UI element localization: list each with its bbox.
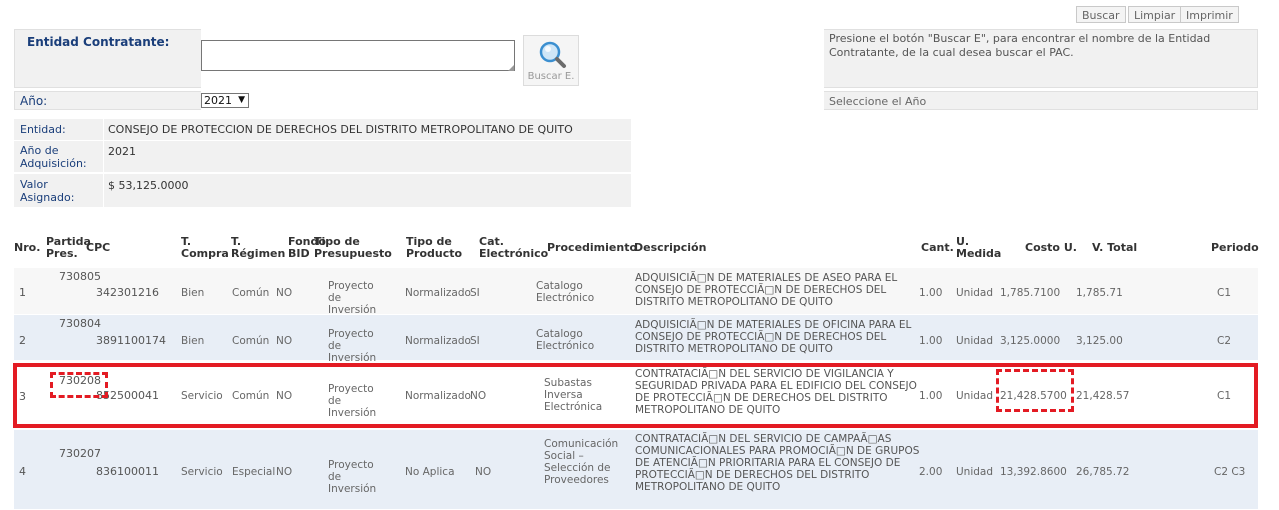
imprimir-button[interactable]: Imprimir (1180, 6, 1239, 23)
anio-label: Año: (20, 94, 48, 108)
info-valor-label: Valor Asignado: (20, 178, 75, 204)
cell-cant: 1.00 (919, 287, 943, 299)
cell-vtotal: 26,785.72 (1076, 466, 1130, 478)
cell-tcompra: Bien (181, 287, 205, 299)
cell-tcompra: Bien (181, 335, 205, 347)
cell-descripcion: CONTRATACIÃ□N DEL SERVICIO DE CAMPAÃ□AS … (635, 433, 920, 493)
cell-tregimen: Común (232, 287, 270, 299)
anio-hint: Seleccione el Año (829, 95, 927, 108)
cell-partida: 730805 (59, 270, 101, 283)
header-nro: Nro. (14, 241, 41, 254)
cell-descripcion: ADQUISICIÃ□N DE MATERIALES DE ASEO PARA … (635, 272, 898, 308)
cell-fondo: NO (276, 335, 293, 347)
info-entidad-label: Entidad: (20, 123, 66, 136)
cell-tipo-producto: Normalizado (405, 335, 471, 347)
header-umedida: U. Medida (956, 235, 1002, 260)
header-descripcion: Descripción (634, 241, 707, 254)
cell-tipo-producto: Normalizado (405, 287, 471, 299)
cell-umedida: Unidad (956, 287, 994, 299)
header-vtotal: V. Total (1092, 241, 1138, 254)
cell-cpc: 342301216 (96, 286, 159, 299)
anio-input-area (201, 91, 824, 110)
buscar-button[interactable]: Buscar (1076, 6, 1126, 23)
cell-costo: 1,785.7100 (1000, 287, 1061, 299)
anio-selected-value: 2021 (204, 94, 232, 107)
cell-cat: NO (475, 466, 492, 478)
cell-tregimen: Común (232, 335, 270, 347)
cell-tipo-presupuesto: Proyecto de Inversión (328, 328, 377, 364)
highlight-costo-box (996, 369, 1074, 412)
cell-fondo: NO (276, 287, 293, 299)
info-anio-label: Año de Adquisición: (20, 144, 87, 170)
cell-periodo: C1 (1217, 287, 1232, 299)
table-header: Nro. Partida Pres. CPC T. Compra T. Régi… (14, 230, 1259, 268)
info-entidad-row: Entidad: CONSEJO DE PROTECCION DE DERECH… (14, 119, 631, 141)
table-row[interactable]: 4 730207 836100011 Servicio Especial NO … (14, 430, 1258, 510)
cell-partida: 730804 (59, 317, 101, 330)
cell-tipo-producto: No Aplica (405, 466, 455, 478)
header-partida: Partida Pres. (46, 235, 91, 260)
header-tcompra: T. Compra (181, 235, 229, 260)
cell-costo: 3,125.0000 (1000, 335, 1061, 347)
info-valor-value: $ 53,125.0000 (108, 179, 189, 192)
cell-cpc: 3891100174 (96, 334, 166, 347)
search-hint: Presione el botón "Buscar E", para encon… (829, 32, 1211, 59)
cell-umedida: Unidad (956, 466, 994, 478)
cell-nro: 4 (19, 465, 26, 478)
cell-procedimiento: Comunicación Social – Selección de Prove… (544, 438, 619, 486)
cell-procedimiento: Catalogo Electrónico (536, 328, 595, 352)
highlight-partida-box (50, 372, 108, 398)
limpiar-button[interactable]: Limpiar (1128, 6, 1182, 23)
cell-vtotal: 3,125.00 (1076, 335, 1123, 347)
chevron-down-icon: ▼ (238, 95, 245, 105)
table-row[interactable]: 2 730804 3891100174 Bien Común NO Proyec… (14, 315, 1258, 364)
header-cpc: CPC (86, 241, 111, 254)
cell-procedimiento: Catalogo Electrónico (536, 280, 595, 304)
buscar-entidad-label: Buscar E. (527, 71, 575, 82)
cell-costo: 13,392.8600 (1000, 466, 1067, 478)
buscar-entidad-button[interactable]: Buscar E. (523, 35, 579, 86)
cell-periodo: C2 (1217, 335, 1232, 347)
entidad-contratante-label: Entidad Contratante: (27, 35, 170, 49)
magnifier-icon (539, 41, 566, 68)
info-valor-row: Valor Asignado: $ 53,125.0000 (14, 174, 631, 208)
cell-partida: 730207 (59, 447, 101, 460)
cell-umedida: Unidad (956, 335, 994, 347)
info-anio-value: 2021 (108, 145, 136, 158)
header-tipo-presupuesto: Tipo de Presupuesto (314, 235, 392, 260)
header-cat: Cat. Electrónico (479, 235, 549, 260)
cell-tipo-presupuesto: Proyecto de Inversión (328, 459, 377, 495)
resize-grip-icon: ◢ (508, 63, 515, 72)
cell-nro: 2 (19, 334, 26, 347)
cell-tregimen: Especial (232, 466, 276, 478)
entidad-textarea[interactable] (201, 40, 515, 71)
cell-fondo: NO (276, 466, 293, 478)
cell-nro: 1 (19, 286, 26, 299)
cell-tipo-presupuesto: Proyecto de Inversión (328, 280, 377, 316)
info-entidad-value: CONSEJO DE PROTECCION DE DERECHOS DEL DI… (108, 123, 573, 136)
cell-cat: SI (470, 335, 480, 347)
header-periodo: Periodo (1211, 241, 1259, 254)
table-row[interactable]: 1 730805 342301216 Bien Común NO Proyect… (14, 268, 1258, 316)
header-costo: Costo U. (1025, 241, 1077, 254)
cell-cant: 1.00 (919, 335, 943, 347)
header-procedimiento: Procedimiento (547, 241, 638, 254)
cell-cant: 2.00 (919, 466, 943, 478)
cell-vtotal: 1,785.71 (1076, 287, 1123, 299)
cell-cpc: 836100011 (96, 465, 159, 478)
header-cant: Cant. (921, 241, 954, 254)
cell-cat: SI (470, 287, 480, 299)
anio-select[interactable]: 2021 ▼ (201, 93, 249, 108)
cell-descripcion: ADQUISICIÃ□N DE MATERIALES DE OFICINA PA… (635, 319, 912, 355)
cell-tcompra: Servicio (181, 466, 223, 478)
header-tipo-producto: Tipo de Producto (406, 235, 463, 260)
cell-periodo: C2 C3 (1214, 466, 1246, 478)
info-anio-row: Año de Adquisición: 2021 (14, 141, 631, 173)
header-tregimen: T. Régimen (231, 235, 286, 260)
